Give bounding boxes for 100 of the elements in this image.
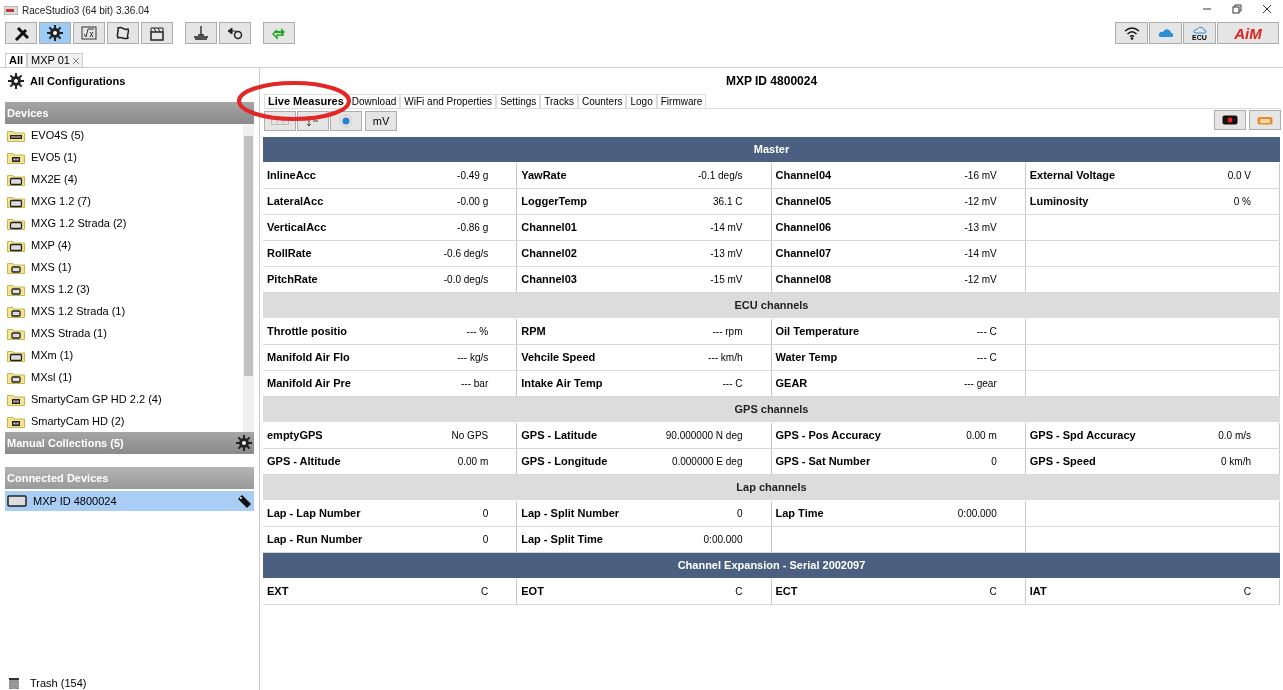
target-icon [339,114,353,128]
device-item[interactable]: MXG 1.2 (7) [5,190,241,212]
toolbar-button[interactable] [5,22,37,44]
camera-icon [1257,115,1273,125]
channel-name: InlineAcc [267,168,316,184]
device-icon [7,495,27,507]
app-logo-icon [4,5,18,15]
section-header: Manual Collections (5) [7,435,124,451]
tab[interactable]: Tracks [540,94,578,108]
channel-value: --- C [722,377,744,391]
channel-name: VerticalAcc [267,220,327,236]
channel-name: YawRate [521,168,567,184]
device-item[interactable]: SmartyCam HD (2) [5,410,241,432]
window-title: RaceStudio3 (64 bit) 3.36.04 [22,3,150,18]
channel-name: Lap - Split Time [521,532,603,548]
device-item[interactable]: MXG 1.2 Strada (2) [5,212,241,234]
channel-value: 90.000000 N deg [665,429,744,443]
track-icon [115,25,131,41]
device-item[interactable]: MXm (1) [5,344,241,366]
channel-name: Lap - Split Number [521,506,620,522]
wifi-icon [1123,26,1140,40]
channel-value: -12 mV [964,273,998,287]
channel-name: Channel04 [775,168,832,184]
toolbar-button[interactable] [219,22,251,44]
channel-value: -13 mV [710,247,744,261]
channel-value: -15 mV [710,273,744,287]
channel-value: 0.0 m/s [1218,429,1252,443]
channel-name: GPS - Sat Number [775,454,871,470]
channel-value: 0.0 V [1227,169,1252,183]
device-item[interactable]: MXS Strada (1) [5,322,241,344]
tab[interactable]: Download [347,94,401,108]
channel-value: --- km/h [708,351,744,365]
wrench-icon [13,25,29,41]
tool-button[interactable] [330,111,362,131]
device-folder-icon [7,392,25,406]
tab[interactable]: Settings [496,94,541,108]
channel-value: -0.86 g [457,221,490,235]
device-item[interactable]: MX2E (4) [5,168,241,190]
channel-value: -14 mV [710,221,744,235]
device-item[interactable]: MXsl (1) [5,366,241,388]
channel-name: LoggerTemp [521,194,588,210]
connected-device-item[interactable]: MXP ID 4800024 [5,491,254,511]
channel-value: 0 [736,507,744,521]
device-item[interactable]: MXS (1) [5,256,241,278]
restore-button[interactable] [1229,2,1245,16]
toolbar-button[interactable] [141,22,173,44]
trash-item[interactable]: Trash (154) [30,674,87,690]
section-header: Channel Expansion - Serial 2002097 [263,553,1280,579]
scrollbar[interactable] [243,124,254,432]
tab[interactable]: Firmware [656,94,707,108]
channel-value: 0:00.000 [703,533,744,547]
clapperboard-icon [149,25,165,41]
device-item[interactable]: MXS 1.2 (3) [5,278,241,300]
tool-button[interactable]: mV [365,111,397,131]
channel-name: Oil Temperature [775,324,860,340]
device-item[interactable]: SmartyCam GP HD 2.2 (4) [5,388,241,410]
document-tab[interactable]: All [5,53,28,67]
toolbar-button[interactable]: AiM [1217,22,1279,44]
tab[interactable]: Logo [626,94,657,108]
device-folder-icon [7,282,25,296]
device-item[interactable]: EVO4S (5) [5,124,241,146]
channel-value: C [735,585,744,599]
channel-value: 0 % [1233,195,1252,209]
channel-name: External Voltage [1029,168,1116,184]
channel-name: Channel06 [775,220,832,236]
channel-value: -16 mV [964,169,998,183]
cloud-icon [1192,25,1207,34]
device-folder-icon [7,216,25,230]
channel-value: -12 mV [964,195,998,209]
channel-value: No GPS [451,429,490,443]
channel-name: Lap Time [775,506,824,522]
brand-logo: AiM [1234,25,1262,41]
channel-value: C [1243,585,1252,599]
device-folder-icon [7,150,25,164]
channel-value: -0.00 g [457,195,490,209]
document-tab[interactable]: MXP 01 [27,53,83,67]
toolbar-button[interactable] [39,22,71,44]
section-header: Connected Devices [5,467,254,489]
channel-name: GPS - Longitude [521,454,608,470]
channel-name: EXT [267,584,289,600]
device-item[interactable]: MXS 1.2 Strada (1) [5,300,241,322]
tab[interactable]: WiFi and Properties [400,94,497,108]
device-item[interactable]: EVO5 (1) [5,146,241,168]
channel-value: --- gear [963,377,998,391]
tab[interactable]: Counters [577,94,627,108]
channel-name: ECT [775,584,798,600]
channel-name: Luminosity [1029,194,1089,210]
record-button[interactable] [1214,110,1246,130]
toolbar-button[interactable] [185,22,217,44]
arrow-gear-icon [227,25,243,41]
toolbar-button[interactable] [1115,22,1148,44]
channel-name: GPS - Latitude [521,428,598,444]
channel-name: PitchRate [267,272,318,288]
channel-name: RPM [521,324,546,340]
transfer-arrows-icon [271,25,287,41]
toolbar-button[interactable] [107,22,139,44]
tag-icon [236,493,252,509]
channel-name: emptyGPS [267,428,323,444]
device-item[interactable]: MXP (4) [5,234,241,256]
channel-value: --- C [976,325,998,339]
